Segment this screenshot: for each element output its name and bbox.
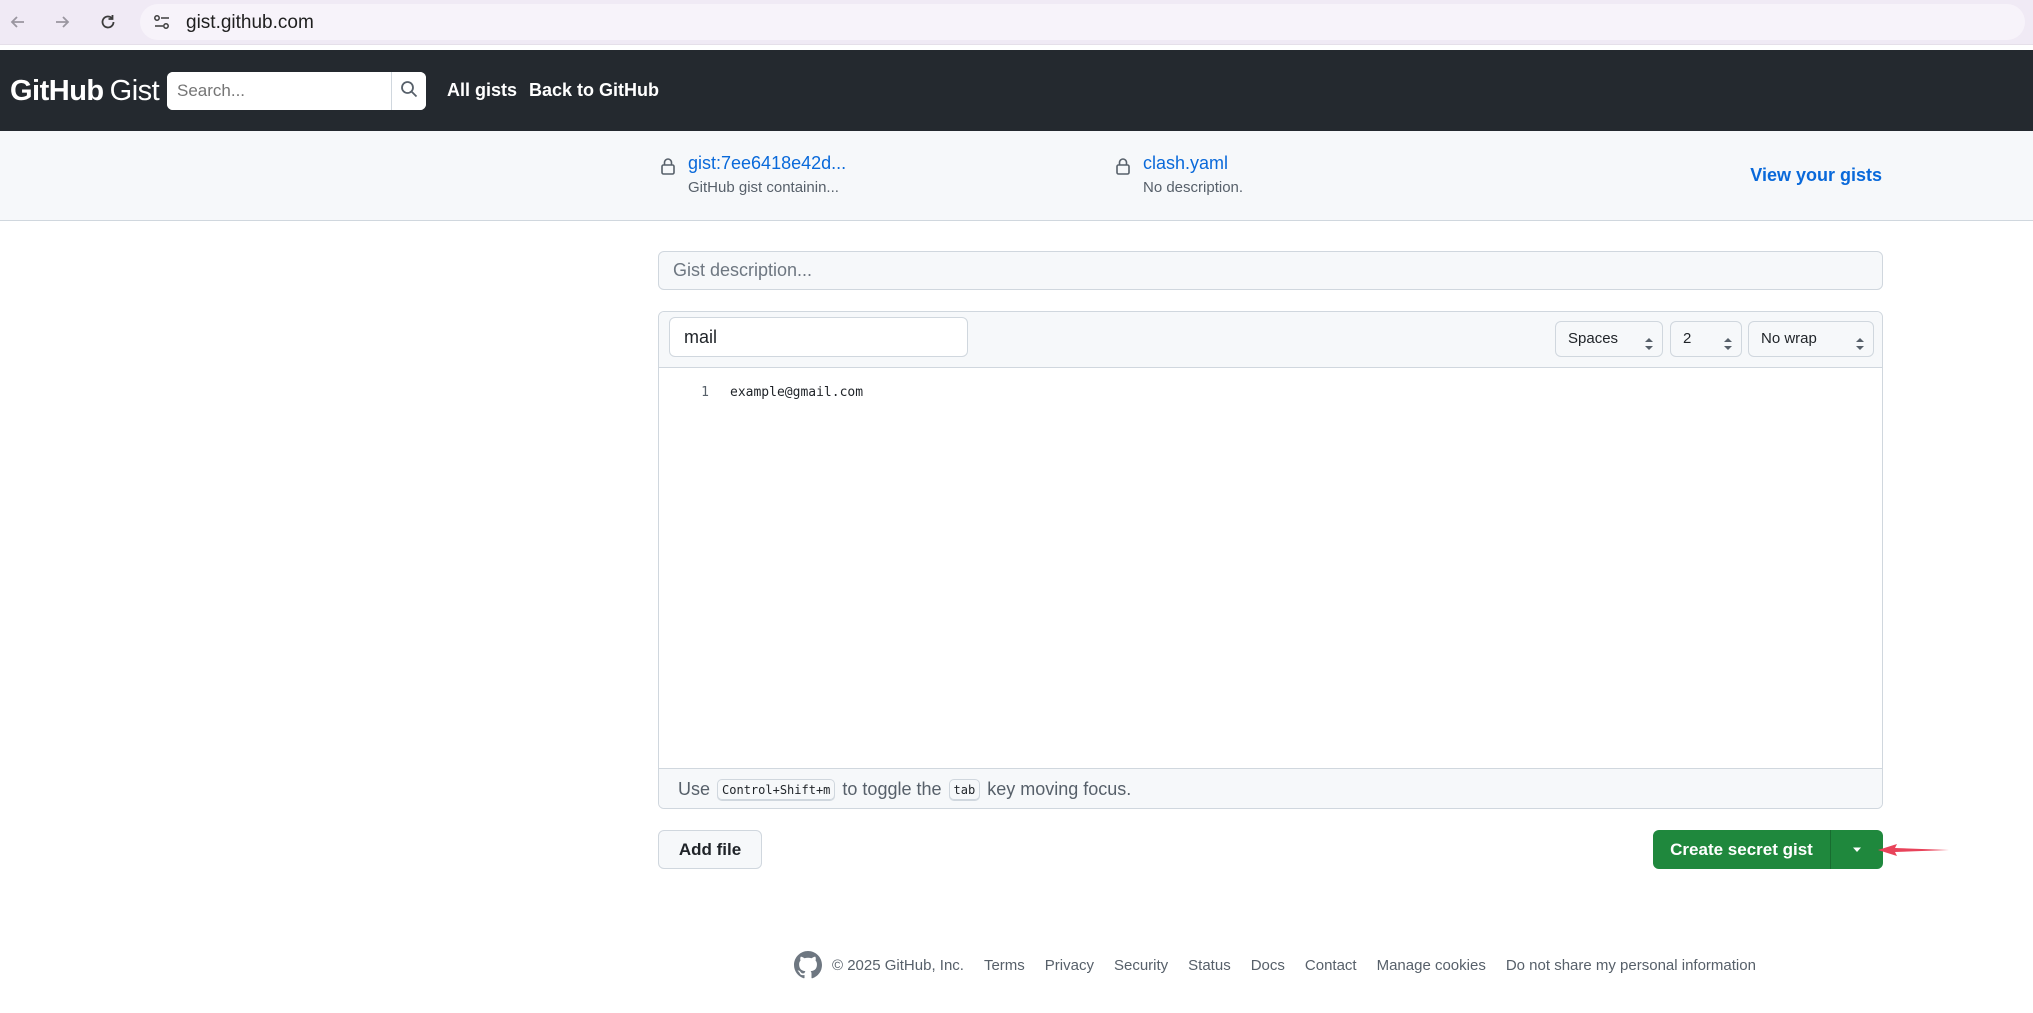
wrap-mode-value: No wrap — [1761, 330, 1817, 347]
filename-input[interactable] — [669, 317, 968, 357]
footer-link-contact[interactable]: Contact — [1305, 957, 1357, 974]
url-text: gist.github.com — [186, 12, 314, 33]
search-button[interactable] — [391, 72, 426, 110]
create-gist-button-group: Create secret gist — [1653, 830, 1883, 869]
select-arrows-icon — [1644, 331, 1654, 365]
select-arrows-icon — [1855, 331, 1865, 365]
forward-arrow-icon[interactable] — [48, 8, 76, 36]
recent-gists-strip: gist:7ee6418e42d... GitHub gist containi… — [0, 131, 2033, 221]
site-footer: © 2025 GitHub, Inc. Terms Privacy Securi… — [794, 951, 1756, 979]
browser-toolbar: gist.github.com — [0, 0, 2033, 45]
footer-link-status[interactable]: Status — [1188, 957, 1231, 974]
site-info-icon[interactable] — [152, 12, 172, 37]
recent-gist-title[interactable]: gist:7ee6418e42d... — [688, 153, 846, 174]
wrap-mode-select[interactable]: No wrap — [1748, 321, 1874, 357]
create-options-dropdown[interactable] — [1830, 830, 1883, 869]
hint-middle: to toggle the — [842, 779, 942, 799]
line-number: 1 — [701, 385, 709, 400]
indent-mode-value: Spaces — [1568, 330, 1619, 347]
hint-suffix: key moving focus. — [987, 779, 1132, 799]
search-box — [167, 72, 426, 110]
footer-link-do-not-share[interactable]: Do not share my personal information — [1506, 957, 1756, 974]
github-mark-icon[interactable] — [794, 951, 822, 979]
logo-github-text: GitHub — [10, 75, 104, 107]
footer-link-docs[interactable]: Docs — [1251, 957, 1285, 974]
code-editor-area[interactable]: 1 example@gmail.com — [659, 368, 1882, 758]
caret-down-icon — [1851, 841, 1863, 859]
editor-header: Spaces 2 No wrap — [659, 312, 1882, 368]
hint-key-shortcut: Control+Shift+m — [717, 779, 836, 802]
gist-header: GitHubGist All gists Back to GitHub — [0, 50, 2033, 131]
file-editor: Spaces 2 No wrap 1 example@gmail.com Use… — [658, 311, 1883, 809]
nav-all-gists[interactable]: All gists — [447, 80, 517, 101]
indent-mode-select[interactable]: Spaces — [1555, 321, 1663, 357]
hint-key-tab: tab — [948, 779, 981, 802]
annotation-arrow-icon — [1877, 836, 1951, 869]
back-arrow-icon[interactable] — [4, 8, 32, 36]
lock-icon — [660, 157, 676, 180]
recent-gist-description: No description. — [1143, 179, 1244, 196]
lock-icon — [1115, 157, 1131, 180]
view-your-gists-link[interactable]: View your gists — [1750, 165, 1882, 186]
footer-link-security[interactable]: Security — [1114, 957, 1168, 974]
github-gist-logo[interactable]: GitHub Gist — [10, 74, 160, 108]
recent-gist-title[interactable]: clash.yaml — [1143, 153, 1228, 174]
code-line[interactable]: example@gmail.com — [730, 385, 863, 400]
indent-size-value: 2 — [1683, 330, 1692, 347]
logo-gist-text: Gist — [109, 75, 160, 107]
footer-copyright: © 2025 GitHub, Inc. — [832, 956, 964, 974]
select-arrows-icon — [1723, 331, 1733, 365]
editor-hint: Use Control+Shift+m to toggle the tab ke… — [659, 768, 1882, 808]
reload-icon[interactable] — [94, 8, 122, 36]
create-secret-gist-button[interactable]: Create secret gist — [1653, 830, 1830, 869]
search-icon — [400, 80, 418, 103]
search-input[interactable] — [167, 72, 391, 110]
footer-link-manage-cookies[interactable]: Manage cookies — [1377, 957, 1486, 974]
hint-prefix: Use — [678, 779, 711, 799]
indent-size-select[interactable]: 2 — [1670, 321, 1742, 357]
address-bar[interactable]: gist.github.com — [140, 4, 2025, 40]
add-file-button[interactable]: Add file — [658, 830, 762, 869]
recent-gist-description: GitHub gist containin... — [688, 179, 839, 196]
nav-back-to-github[interactable]: Back to GitHub — [529, 80, 659, 101]
footer-link-terms[interactable]: Terms — [984, 957, 1025, 974]
footer-link-privacy[interactable]: Privacy — [1045, 957, 1094, 974]
gist-description-input[interactable] — [658, 251, 1883, 290]
